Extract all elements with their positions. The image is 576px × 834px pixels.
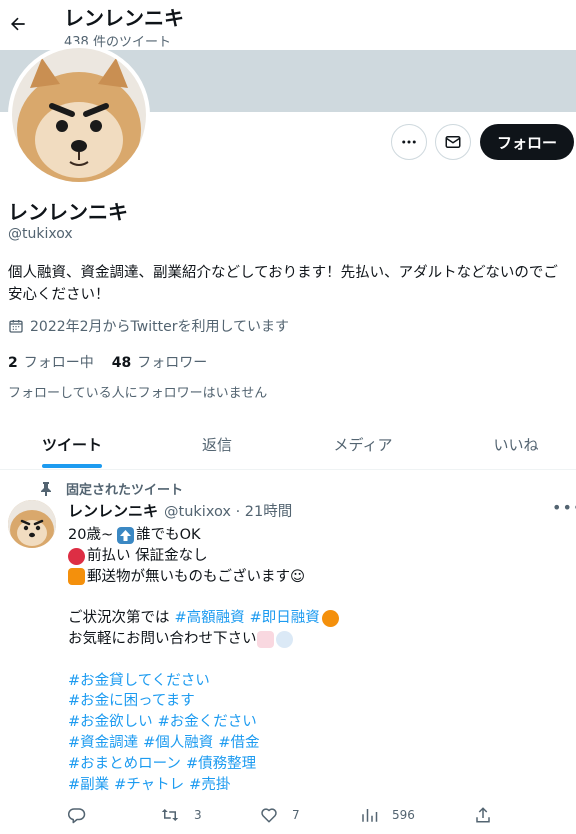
profile-header: レンレンニキ 438 件のツイート: [0, 0, 576, 50]
tweet-text: お気軽にお問い合わせ下さい: [68, 630, 257, 647]
profile-handle: @tukixox: [8, 226, 73, 242]
tweet-avatar[interactable]: [8, 500, 56, 548]
reply-button[interactable]: [68, 806, 100, 824]
like-button[interactable]: 7: [260, 806, 300, 824]
back-arrow-icon: [11, 17, 25, 31]
tweet-line: 前払い 保証金なし: [68, 546, 568, 567]
hashtag-link[interactable]: #債務整理: [186, 754, 256, 775]
tweet-header: レンレンニキ @tukixox · 21時間: [68, 500, 292, 521]
pinned-label: 固定されたツイート: [40, 479, 183, 498]
views-button[interactable]: 596: [360, 806, 415, 824]
following-label: フォロー中: [23, 355, 94, 371]
tweet-line: 郵送物が無いものもございます☺: [68, 567, 568, 588]
profile-tabs: ツイート 返信 メディア いいね: [0, 418, 576, 470]
hashtag-link[interactable]: #個人融資: [143, 733, 213, 754]
tab-media[interactable]: メディア: [290, 418, 436, 470]
views-count: 596: [392, 808, 415, 822]
no-entry-icon: [68, 547, 85, 565]
tweet-actions: 3 7 596: [68, 806, 548, 830]
people-icon: [68, 568, 85, 586]
tweet-text: 誰でもOK: [136, 527, 201, 543]
hashtag-link[interactable]: #即日融資: [250, 608, 320, 629]
following-count: 2: [8, 355, 18, 371]
tweet-text: 郵送物が無いものもございます☺: [87, 568, 306, 585]
accept-icon: [321, 610, 339, 628]
followers-count: 48: [111, 355, 132, 371]
followers-link[interactable]: 48 フォロワー: [112, 352, 207, 372]
tweet-text: 20歳~: [68, 527, 114, 543]
join-date-text: 2022年2月からTwitterを利用しています: [30, 319, 290, 335]
calendar-icon: [9, 320, 23, 333]
hashtag-line: #お金貸してください: [68, 671, 568, 692]
hashtag-link[interactable]: #副業: [68, 775, 109, 796]
like-count: 7: [292, 808, 300, 822]
hashtag-link[interactable]: #お金ください: [158, 712, 257, 733]
active-tab-indicator: [42, 464, 102, 468]
follow-button[interactable]: フォロー: [480, 124, 574, 160]
join-date: 2022年2月からTwitterを利用しています: [8, 316, 289, 336]
hashtag-line: #お金欲しい #お金ください: [68, 712, 568, 733]
retweet-button[interactable]: 3: [160, 806, 202, 824]
following-link[interactable]: 2 フォロー中: [8, 352, 94, 372]
hashtag-link[interactable]: #資金調達: [68, 733, 138, 754]
tweet-line: 20歳~ 誰でもOK: [68, 525, 568, 546]
hashtag-link[interactable]: #チャトレ: [114, 775, 184, 796]
dog-avatar-image: [12, 48, 146, 182]
pinned-text: 固定されたツイート: [66, 483, 184, 498]
more-options-button[interactable]: [391, 124, 427, 160]
hashtag-link[interactable]: #借金: [218, 733, 259, 754]
tab-replies[interactable]: 返信: [144, 418, 290, 470]
hashtag-line: #おまとめローン #債務整理: [68, 754, 568, 775]
mail-icon: [445, 136, 461, 148]
share-icon: [476, 807, 490, 823]
back-button[interactable]: [4, 6, 32, 42]
more-dots-icon: [402, 140, 416, 144]
pin-icon: [41, 481, 51, 496]
known-followers-note: フォローしている人にフォロワーはいません: [8, 386, 268, 401]
followers-label: フォロワー: [137, 355, 208, 371]
hashtag-block: #お金貸してください #お金に困ってます #お金欲しい #お金ください #資金調達 #個人…: [68, 671, 568, 796]
message-button[interactable]: [435, 124, 471, 160]
share-button[interactable]: [474, 806, 492, 824]
heart-icon: [261, 808, 277, 823]
tweet-author-name[interactable]: レンレンニキ: [68, 500, 158, 521]
profile-bio: 個人融資、資金調達、副業紹介などしております！先払い、アダルトなどないのでご安心…: [8, 265, 558, 303]
hashtag-line: #副業 #チャトレ #売掛: [68, 775, 568, 796]
header-title: レンレンニキ: [64, 6, 184, 30]
hashtag-link[interactable]: #高額融資: [175, 608, 245, 629]
reply-icon: [68, 808, 86, 824]
hashtag-line: #資金調達 #個人融資 #借金: [68, 733, 568, 754]
hashtag-line: #お金に困ってます: [68, 691, 568, 712]
follow-stats: 2 フォロー中 48 フォロワー: [8, 352, 207, 372]
hashtag-link[interactable]: #お金に困ってます: [68, 691, 195, 712]
hashtag-link[interactable]: #おまとめローン: [68, 754, 181, 775]
love-letter-icon: [256, 630, 274, 648]
hashtag-link[interactable]: #売掛: [189, 775, 230, 796]
tab-tweets[interactable]: ツイート: [0, 418, 144, 470]
up-arrow-icon: [117, 526, 135, 544]
speech-balloon-icon: [275, 630, 293, 648]
tweet-meta[interactable]: @tukixox · 21時間: [164, 500, 292, 521]
tweet-more-icon[interactable]: •••: [552, 498, 576, 517]
hashtag-link[interactable]: #お金欲しい: [68, 712, 153, 733]
views-chart-icon: [362, 809, 378, 822]
retweet-count: 3: [194, 808, 202, 822]
tab-likes[interactable]: いいね: [436, 418, 576, 470]
hashtag-link[interactable]: #お金貸してください: [68, 671, 210, 692]
dog-avatar-image: [8, 500, 56, 548]
tweet-line: ご状況次第では #高額融資 #即日融資: [68, 608, 568, 629]
profile-name: レンレンニキ: [8, 200, 128, 224]
tweet-line: お気軽にお問い合わせ下さい: [68, 629, 568, 650]
tweet-text: 前払い 保証金なし: [87, 547, 208, 564]
tweet-text: ご状況次第では: [68, 610, 170, 627]
tweet-body: 20歳~ 誰でもOK 前払い 保証金なし 郵送物が無いものもございます☺ ご状況…: [68, 525, 568, 795]
retweet-icon: [161, 809, 179, 821]
profile-avatar[interactable]: [8, 44, 150, 186]
